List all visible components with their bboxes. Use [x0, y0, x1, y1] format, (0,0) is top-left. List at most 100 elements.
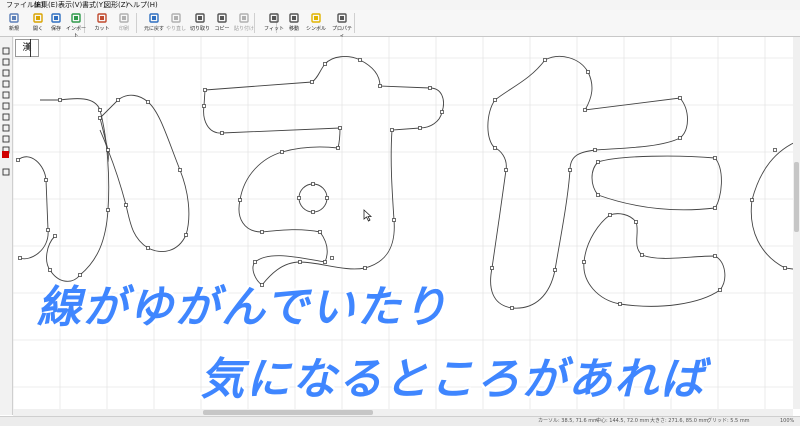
- anchor-node[interactable]: [53, 234, 57, 238]
- crop-icon[interactable]: [1, 162, 11, 176]
- anchor-node[interactable]: [78, 273, 82, 277]
- anchor-node[interactable]: [783, 266, 787, 270]
- anchor-node[interactable]: [490, 266, 494, 270]
- anchor-node[interactable]: [713, 156, 717, 160]
- anchor-node[interactable]: [608, 213, 612, 217]
- toolbar-button-3[interactable]: インポート: [64, 11, 88, 39]
- horizontal-scroll-thumb[interactable]: [203, 410, 373, 415]
- freehand-icon[interactable]: [1, 140, 11, 154]
- anchor-node[interactable]: [713, 254, 717, 258]
- color-swatch-icon[interactable]: [2, 151, 9, 158]
- anchor-node[interactable]: [98, 116, 102, 120]
- menu-item[interactable]: 表示(V): [58, 0, 82, 10]
- anchor-node[interactable]: [618, 302, 622, 306]
- anchor-node[interactable]: [323, 260, 327, 264]
- ellipse-icon[interactable]: [1, 96, 11, 110]
- anchor-node[interactable]: [553, 268, 557, 272]
- glyph-outlines[interactable]: [17, 56, 800, 309]
- star-icon[interactable]: [1, 118, 11, 132]
- anchor-node[interactable]: [253, 260, 257, 264]
- toolbar-button-4[interactable]: カット: [90, 11, 114, 35]
- node-edit-icon[interactable]: [1, 52, 11, 66]
- anchor-node[interactable]: [124, 203, 128, 207]
- anchor-node[interactable]: [116, 98, 120, 102]
- anchor-node[interactable]: [18, 256, 22, 260]
- vertical-scroll-thumb[interactable]: [794, 162, 799, 232]
- anchor-node[interactable]: [773, 148, 777, 152]
- toolbar-button-13[interactable]: シンボル: [304, 11, 328, 35]
- anchor-node[interactable]: [392, 218, 396, 222]
- anchor-node[interactable]: [418, 126, 422, 130]
- anchor-node[interactable]: [280, 150, 284, 154]
- anchor-node[interactable]: [311, 210, 315, 214]
- anchor-node[interactable]: [363, 266, 367, 270]
- anchor-node[interactable]: [146, 246, 150, 250]
- anchor-node[interactable]: [16, 158, 20, 162]
- anchor-node[interactable]: [510, 306, 514, 310]
- anchor-node[interactable]: [203, 88, 207, 92]
- glyph-outline-ka[interactable]: [99, 94, 190, 252]
- anchor-node[interactable]: [311, 182, 315, 186]
- menu-item[interactable]: 編集(E): [34, 0, 58, 10]
- anchor-node[interactable]: [713, 206, 717, 210]
- anchor-node[interactable]: [46, 228, 50, 232]
- anchor-node[interactable]: [58, 98, 62, 102]
- anchor-node[interactable]: [634, 220, 638, 224]
- polygon-icon[interactable]: [1, 107, 11, 121]
- anchor-node[interactable]: [336, 146, 340, 150]
- anchor-node[interactable]: [297, 196, 301, 200]
- text-icon[interactable]: [1, 74, 11, 88]
- glyph-outline-partial-left[interactable]: [17, 156, 49, 260]
- anchor-node[interactable]: [640, 253, 644, 257]
- glyph-outline-ta[interactable]: [487, 56, 688, 309]
- anchor-node[interactable]: [583, 108, 587, 112]
- anchor-node[interactable]: [582, 260, 586, 264]
- toolbar-button-9[interactable]: コピー: [210, 11, 234, 35]
- anchor-node[interactable]: [310, 80, 314, 84]
- toolbar-button-14[interactable]: プロパティ: [330, 11, 354, 39]
- anchor-node[interactable]: [184, 233, 188, 237]
- anchor-node[interactable]: [493, 98, 497, 102]
- anchor-node[interactable]: [238, 198, 242, 202]
- toolbar-button-0[interactable]: 新規: [2, 11, 26, 35]
- anchor-node[interactable]: [493, 146, 497, 150]
- vertical-scrollbar[interactable]: [793, 37, 800, 409]
- anchor-node[interactable]: [596, 160, 600, 164]
- thumbnail-preview[interactable]: 漢: [15, 39, 39, 57]
- anchor-node[interactable]: [338, 126, 342, 130]
- glyph-outline-ta-right[interactable]: [591, 155, 722, 211]
- glyph-outline-su[interactable]: [203, 56, 444, 286]
- anchor-node[interactable]: [298, 260, 302, 264]
- anchor-node[interactable]: [178, 168, 182, 172]
- anchor-node[interactable]: [593, 148, 597, 152]
- menu-item[interactable]: 図形(Z): [104, 0, 128, 10]
- anchor-node[interactable]: [678, 136, 682, 140]
- anchor-node[interactable]: [44, 178, 48, 182]
- anchor-node[interactable]: [378, 84, 382, 88]
- anchor-node[interactable]: [596, 193, 600, 197]
- toolbar-button-7[interactable]: やり直し: [164, 11, 188, 35]
- menu-item[interactable]: 書式(Y): [82, 0, 106, 10]
- rectangle-icon[interactable]: [1, 85, 11, 99]
- anchor-node[interactable]: [718, 288, 722, 292]
- zoom-icon[interactable]: [1, 63, 11, 77]
- anchor-node[interactable]: [440, 110, 444, 114]
- anchor-node[interactable]: [390, 128, 394, 132]
- toolbar-button-8[interactable]: 切り取り: [188, 11, 212, 35]
- horizontal-scrollbar[interactable]: [13, 409, 793, 416]
- anchor-node[interactable]: [750, 198, 754, 202]
- anchor-node[interactable]: [504, 168, 508, 172]
- glyph-outline-ka-left-stroke[interactable]: [40, 98, 110, 282]
- anchor-node[interactable]: [48, 268, 52, 272]
- anchor-node[interactable]: [106, 148, 110, 152]
- toolbar-button-6[interactable]: 元に戻す: [142, 11, 166, 35]
- toolbar-button-5[interactable]: 印刷: [112, 11, 136, 35]
- menu-item[interactable]: ヘルプ(H): [126, 0, 158, 10]
- anchor-node[interactable]: [323, 62, 327, 66]
- anchor-node[interactable]: [543, 58, 547, 62]
- anchor-node[interactable]: [98, 108, 102, 112]
- anchor-node[interactable]: [220, 131, 224, 135]
- anchor-node[interactable]: [202, 104, 206, 108]
- anchor-node[interactable]: [260, 230, 264, 234]
- anchor-node[interactable]: [568, 168, 572, 172]
